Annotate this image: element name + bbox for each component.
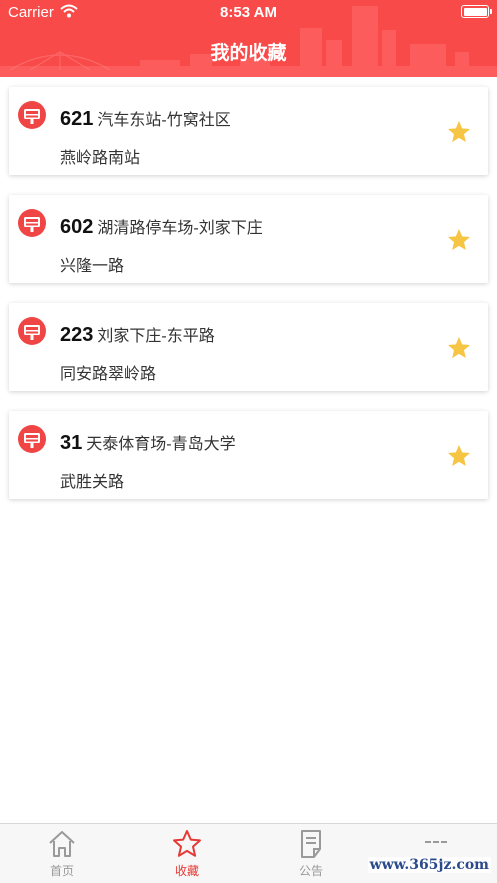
stop-name: 燕岭路南站 <box>60 150 141 167</box>
header-bar: Carrier 8:53 AM 我的收藏 <box>0 0 497 77</box>
tab-notice[interactable]: 公告 <box>261 828 361 882</box>
star-filled-icon[interactable] <box>446 443 472 469</box>
route-title: 621 汽车东站-竹窝社区 <box>60 106 231 131</box>
bus-stop-icon <box>18 425 46 453</box>
more-icon <box>425 841 447 843</box>
route-number: 223 <box>60 324 94 346</box>
tab-home-label: 首页 <box>49 864 74 878</box>
favorite-card[interactable]: 621 汽车东站-竹窝社区 燕岭路南站 <box>9 87 488 175</box>
battery-icon <box>461 5 492 18</box>
route-line-name: 湖清路停车场-刘家下庄 <box>97 220 263 237</box>
bus-stop-icon <box>18 101 46 129</box>
favorites-list: 621汽车东站-竹窝社区 燕岭路南站 602湖清路停车场-刘家下庄 兴隆一路 <box>9 87 488 519</box>
bus-stop-icon <box>18 317 46 345</box>
tab-notice-label: 公告 <box>298 864 323 878</box>
star-filled-icon[interactable] <box>446 335 472 361</box>
route-title: 602 湖清路停车场-刘家下庄 <box>60 214 263 239</box>
route-number: 621 <box>60 108 94 130</box>
status-bar: Carrier 8:53 AM <box>0 0 497 26</box>
star-outline-icon <box>173 830 201 857</box>
route-line-name: 汽车东站-竹窝社区 <box>97 112 231 129</box>
star-filled-icon[interactable] <box>446 119 472 145</box>
page-title: 我的收藏 <box>210 43 287 64</box>
stop-name: 同安路翠岭路 <box>60 366 157 383</box>
route-title: 31 天泰体育场-青岛大学 <box>60 430 236 455</box>
site-watermark: www.365jz.com <box>367 857 491 873</box>
home-icon <box>49 831 75 857</box>
status-time: 8:53 AM <box>220 4 277 21</box>
route-line-name: 天泰体育场-青岛大学 <box>86 436 236 453</box>
route-number: 602 <box>60 216 94 238</box>
stop-name: 武胜关路 <box>60 474 125 491</box>
star-filled-icon[interactable] <box>446 227 472 253</box>
route-line-name: 刘家下庄-东平路 <box>97 328 215 345</box>
favorite-card[interactable]: 602 湖清路停车场-刘家下庄 兴隆一路 <box>9 195 488 283</box>
stop-name: 兴隆一路 <box>60 258 125 275</box>
tab-favorites-label: 收藏 <box>174 864 199 878</box>
tab-bar: 首页 收藏 公告 <box>0 823 497 883</box>
route-title: 223 刘家下庄-东平路 <box>60 322 215 347</box>
notice-icon <box>301 830 321 858</box>
bus-stop-icon <box>18 209 46 237</box>
favorite-card[interactable]: 31 天泰体育场-青岛大学 武胜关路 <box>9 411 488 499</box>
tab-more[interactable] <box>385 828 485 882</box>
route-number: 31 <box>60 432 83 454</box>
favorite-card[interactable]: 223 刘家下庄-东平路 同安路翠岭路 <box>9 303 488 391</box>
tab-favorites[interactable]: 收藏 <box>137 828 237 882</box>
tab-home[interactable]: 首页 <box>12 828 112 882</box>
